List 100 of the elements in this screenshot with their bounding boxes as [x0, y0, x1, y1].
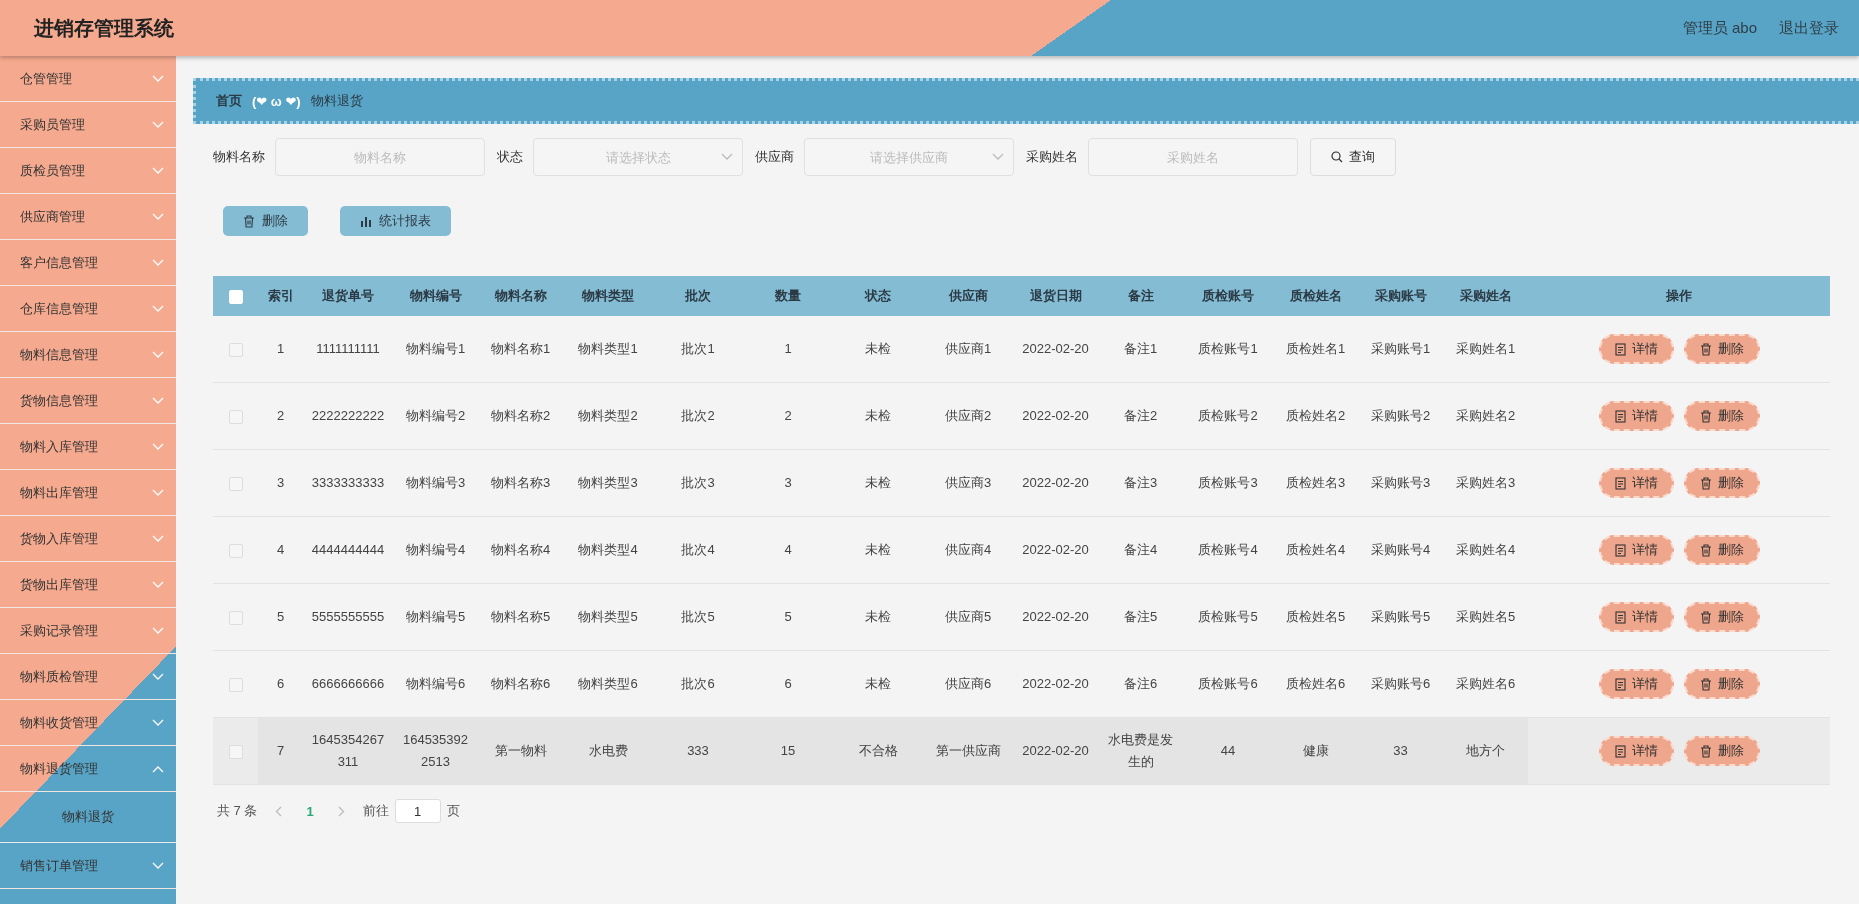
delete-button[interactable]: 删除	[1683, 669, 1760, 699]
table-cell: 质检姓名5	[1273, 583, 1358, 651]
delete-button[interactable]: 删除	[1683, 468, 1760, 498]
breadcrumb-home[interactable]: 首页	[216, 92, 242, 110]
sidebar-item[interactable]: 物料退货管理	[0, 746, 176, 792]
sidebar-item[interactable]: 采购员管理	[0, 102, 176, 148]
page-suffix: 页	[446, 802, 460, 820]
sidebar-item[interactable]: 仓库信息管理	[0, 286, 176, 332]
document-icon	[1614, 610, 1626, 624]
table-cell: 质检姓名1	[1273, 316, 1358, 383]
delete-button[interactable]: 删除	[1683, 401, 1760, 431]
sidebar-item[interactable]: 销售订单管理	[0, 843, 176, 889]
column-header: 状态	[833, 276, 923, 316]
details-button[interactable]: 详情	[1598, 334, 1674, 364]
delete-button[interactable]: 删除	[1683, 602, 1760, 632]
table-cell: 批次1	[653, 316, 743, 383]
report-button[interactable]: 统计报表	[340, 206, 451, 236]
previous-page-icon[interactable]	[275, 805, 283, 817]
document-icon	[1614, 476, 1626, 490]
page-input[interactable]: 1	[394, 799, 441, 823]
table-cell: 6	[743, 650, 833, 718]
column-header: 退货日期	[1013, 276, 1098, 316]
details-button[interactable]: 详情	[1598, 669, 1674, 699]
table-cell: 备注5	[1098, 583, 1183, 651]
delete-button[interactable]: 删除	[223, 206, 308, 236]
row-checkbox[interactable]	[228, 744, 243, 759]
table-cell: 批次4	[653, 516, 743, 584]
table-cell: 采购账号1	[1358, 316, 1443, 383]
column-header: 采购账号	[1358, 276, 1443, 316]
table-cell: 6666666666	[303, 650, 393, 718]
details-button[interactable]: 详情	[1598, 736, 1674, 766]
sidebar-item[interactable]: 物料质检管理	[0, 654, 176, 700]
app-title: 进销存管理系统	[34, 15, 174, 41]
sidebar-item[interactable]: 采购记录管理	[0, 608, 176, 654]
table-cell: 未检	[833, 382, 923, 450]
row-checkbox[interactable]	[228, 677, 243, 692]
column-header: 退货单号	[303, 276, 393, 316]
table-cell: 采购账号3	[1358, 449, 1443, 517]
trash-icon	[1699, 476, 1712, 490]
details-button[interactable]: 详情	[1598, 401, 1674, 431]
row-checkbox[interactable]	[228, 342, 243, 357]
next-page-icon[interactable]	[337, 805, 345, 817]
trash-icon	[1699, 677, 1712, 691]
table-cell: 44	[1183, 717, 1273, 785]
sidebar-item[interactable]: 物料入库管理	[0, 424, 176, 470]
sidebar-item[interactable]: 供应商管理	[0, 194, 176, 240]
details-button[interactable]: 详情	[1598, 468, 1674, 498]
delete-button[interactable]: 删除	[1683, 736, 1760, 766]
chevron-icon	[721, 153, 733, 161]
sidebar-subitem[interactable]: 物料退货	[0, 792, 176, 843]
table-cell: 健康	[1273, 717, 1358, 785]
table-cell: 1	[743, 316, 833, 383]
table-cell: 物料编号5	[393, 583, 478, 651]
select-all-checkbox[interactable]	[228, 289, 243, 304]
table-cell: 采购姓名2	[1443, 382, 1528, 450]
field-label: 供应商	[755, 148, 794, 166]
row-checkbox[interactable]	[228, 543, 243, 558]
table-cell: 2022-02-20	[1013, 449, 1098, 517]
sidebar-item[interactable]: 客户信息管理	[0, 240, 176, 286]
table-cell: 15	[743, 717, 833, 785]
row-checkbox[interactable]	[228, 610, 243, 625]
table-cell: 批次3	[653, 449, 743, 517]
details-button[interactable]: 详情	[1598, 535, 1674, 565]
sidebar-item[interactable]: 质检员管理	[0, 148, 176, 194]
sidebar-item[interactable]: 仓管管理	[0, 56, 176, 102]
table-cell: 采购姓名1	[1443, 316, 1528, 383]
column-header: 数量	[743, 276, 833, 316]
logout-link[interactable]: 退出登录	[1779, 18, 1839, 38]
details-button[interactable]: 详情	[1598, 602, 1674, 632]
document-icon	[1614, 543, 1626, 557]
search-button[interactable]: 查询	[1310, 138, 1396, 176]
delete-button[interactable]: 删除	[1683, 334, 1760, 364]
row-checkbox[interactable]	[228, 476, 243, 491]
sidebar-item[interactable]: 物料信息管理	[0, 332, 176, 378]
trash-icon	[1699, 744, 1712, 758]
table-cell: 2	[258, 382, 303, 450]
delete-button[interactable]: 删除	[1683, 535, 1760, 565]
table-cell: 33	[1358, 717, 1443, 785]
row-checkbox[interactable]	[228, 409, 243, 424]
table-cell: 供应商3	[923, 449, 1013, 517]
table-cell: 备注1	[1098, 316, 1183, 383]
breadcrumb-separator: (❤ ω ❤)	[252, 93, 301, 109]
table-cell: 物料类型2	[563, 382, 653, 450]
document-icon	[1614, 744, 1626, 758]
table-cell: 未检	[833, 316, 923, 383]
input-field[interactable]: 物料名称	[275, 138, 485, 176]
table-cell: 批次6	[653, 650, 743, 718]
table-cell: 1	[258, 316, 303, 383]
sidebar-item[interactable]: 物料出库管理	[0, 470, 176, 516]
table-cell: 物料类型5	[563, 583, 653, 651]
table-cell: 333	[653, 717, 743, 785]
table-cell: 物料类型3	[563, 449, 653, 517]
sidebar-item[interactable]: 物料收货管理	[0, 700, 176, 746]
table-cell: 供应商6	[923, 650, 1013, 718]
total-count: 共 7 条	[217, 802, 258, 820]
sidebar-item[interactable]: 货物信息管理	[0, 378, 176, 424]
table-cell: 1645354267311	[303, 717, 393, 785]
column-header: 采购姓名	[1443, 276, 1528, 316]
sidebar-item[interactable]: 货物入库管理	[0, 516, 176, 562]
sidebar-item[interactable]: 货物出库管理	[0, 562, 176, 608]
